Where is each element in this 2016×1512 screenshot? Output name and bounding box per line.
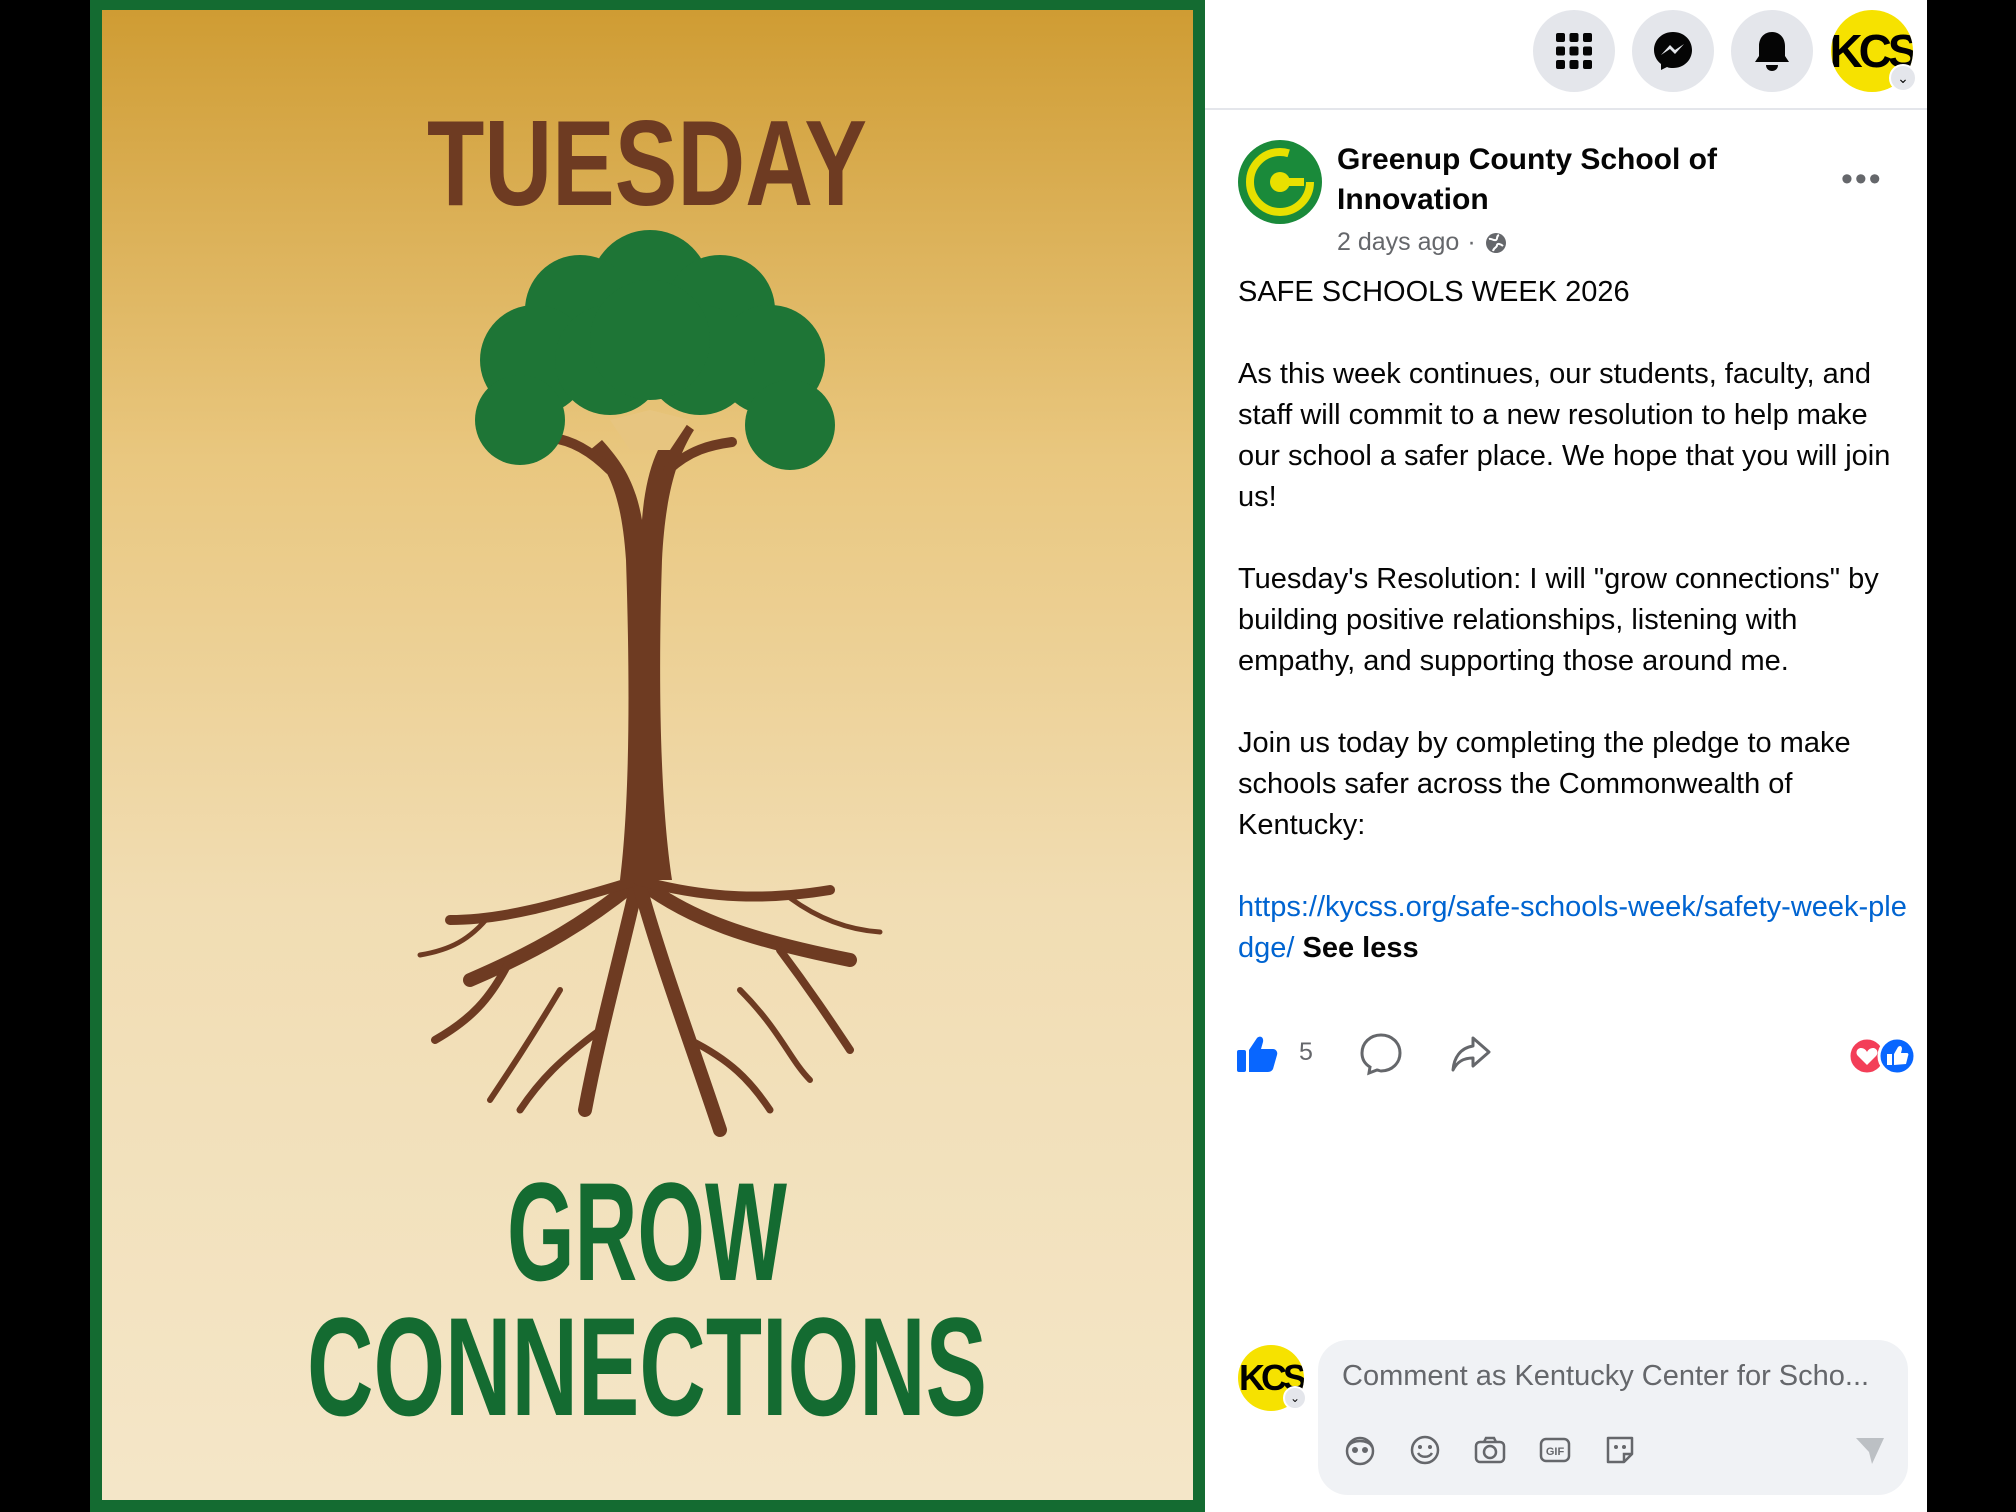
comment-input[interactable]: Comment as Kentucky Center for Scho... <box>1342 1360 1869 1393</box>
send-icon <box>1856 1438 1884 1464</box>
more-options-button[interactable]: ••• <box>1841 160 1883 199</box>
like-reaction-icon[interactable] <box>1877 1036 1917 1076</box>
send-button[interactable] <box>1852 1432 1888 1468</box>
camera-icon <box>1474 1436 1506 1464</box>
sticker-button[interactable] <box>1602 1432 1638 1468</box>
comment-box[interactable]: Comment as Kentucky Center for Scho... G… <box>1318 1340 1908 1495</box>
post-body: SAFE SCHOOLS WEEK 2026 As this week cont… <box>1238 272 1908 969</box>
post-paragraph-3: Join us today by completing the pledge t… <box>1238 727 1851 841</box>
post-timestamp[interactable]: 2 days ago <box>1337 228 1459 257</box>
post-paragraph-1: As this week continues, our students, fa… <box>1238 358 1891 513</box>
meta-separator: · <box>1467 228 1476 256</box>
page-name[interactable]: Greenup County School of Innovation <box>1337 140 1737 220</box>
menu-button[interactable] <box>1533 10 1615 92</box>
like-thumb-icon[interactable] <box>1235 1032 1279 1076</box>
avatar-sticker-button[interactable] <box>1342 1432 1378 1468</box>
chevron-down-icon[interactable]: ⌄ <box>1889 64 1917 92</box>
image-heading: TUESDAY <box>427 95 867 231</box>
tree-illustration: TUESDAY GROW CONNECTIONS <box>307 95 987 1445</box>
post-panel: KCS ⌄ Greenup County School of Innovatio… <box>1205 0 1927 1512</box>
image-line-grow: GROW <box>507 1153 787 1310</box>
page-avatar[interactable] <box>1238 140 1322 224</box>
messenger-button[interactable] <box>1632 10 1714 92</box>
roots-graphic <box>417 873 883 1137</box>
post-link-line: https://kycss.org/safe-schools-week/safe… <box>1238 887 1908 969</box>
like-count[interactable]: 5 <box>1299 1038 1313 1067</box>
emoji-button[interactable] <box>1407 1432 1443 1468</box>
image-line-connections: CONNECTIONS <box>307 1288 987 1445</box>
sticker-icon <box>1606 1436 1634 1464</box>
notifications-button[interactable] <box>1731 10 1813 92</box>
apps-grid-icon <box>1556 33 1592 69</box>
comment-bubble-icon[interactable] <box>1359 1032 1403 1076</box>
post-title-line: SAFE SCHOOLS WEEK 2026 <box>1238 276 1630 308</box>
post-meta: 2 days ago · <box>1337 228 1508 257</box>
svg-text:GIF: GIF <box>1546 1446 1565 1458</box>
globe-icon <box>1485 232 1506 253</box>
gif-icon: GIF <box>1539 1437 1571 1463</box>
top-bar: KCS ⌄ <box>1205 0 1927 110</box>
commenter-chevron-icon[interactable]: ⌄ <box>1283 1386 1307 1410</box>
post-paragraph-2: Tuesday's Resolution: I will "grow conne… <box>1238 563 1879 677</box>
notifications-bell-icon <box>1755 32 1789 71</box>
trunk-graphic <box>590 420 694 880</box>
post-image[interactable]: TUESDAY GROW CONNECTIONS <box>90 0 1205 1512</box>
camera-button[interactable] <box>1472 1432 1508 1468</box>
messenger-icon <box>1654 32 1692 70</box>
share-arrow-icon[interactable] <box>1449 1034 1493 1074</box>
emoji-icon <box>1410 1435 1440 1465</box>
see-less-button[interactable]: See less <box>1303 932 1419 964</box>
gif-button[interactable]: GIF <box>1537 1432 1573 1468</box>
post-actions: 5 <box>1235 1030 1917 1080</box>
avatar-sticker-icon <box>1345 1436 1375 1466</box>
